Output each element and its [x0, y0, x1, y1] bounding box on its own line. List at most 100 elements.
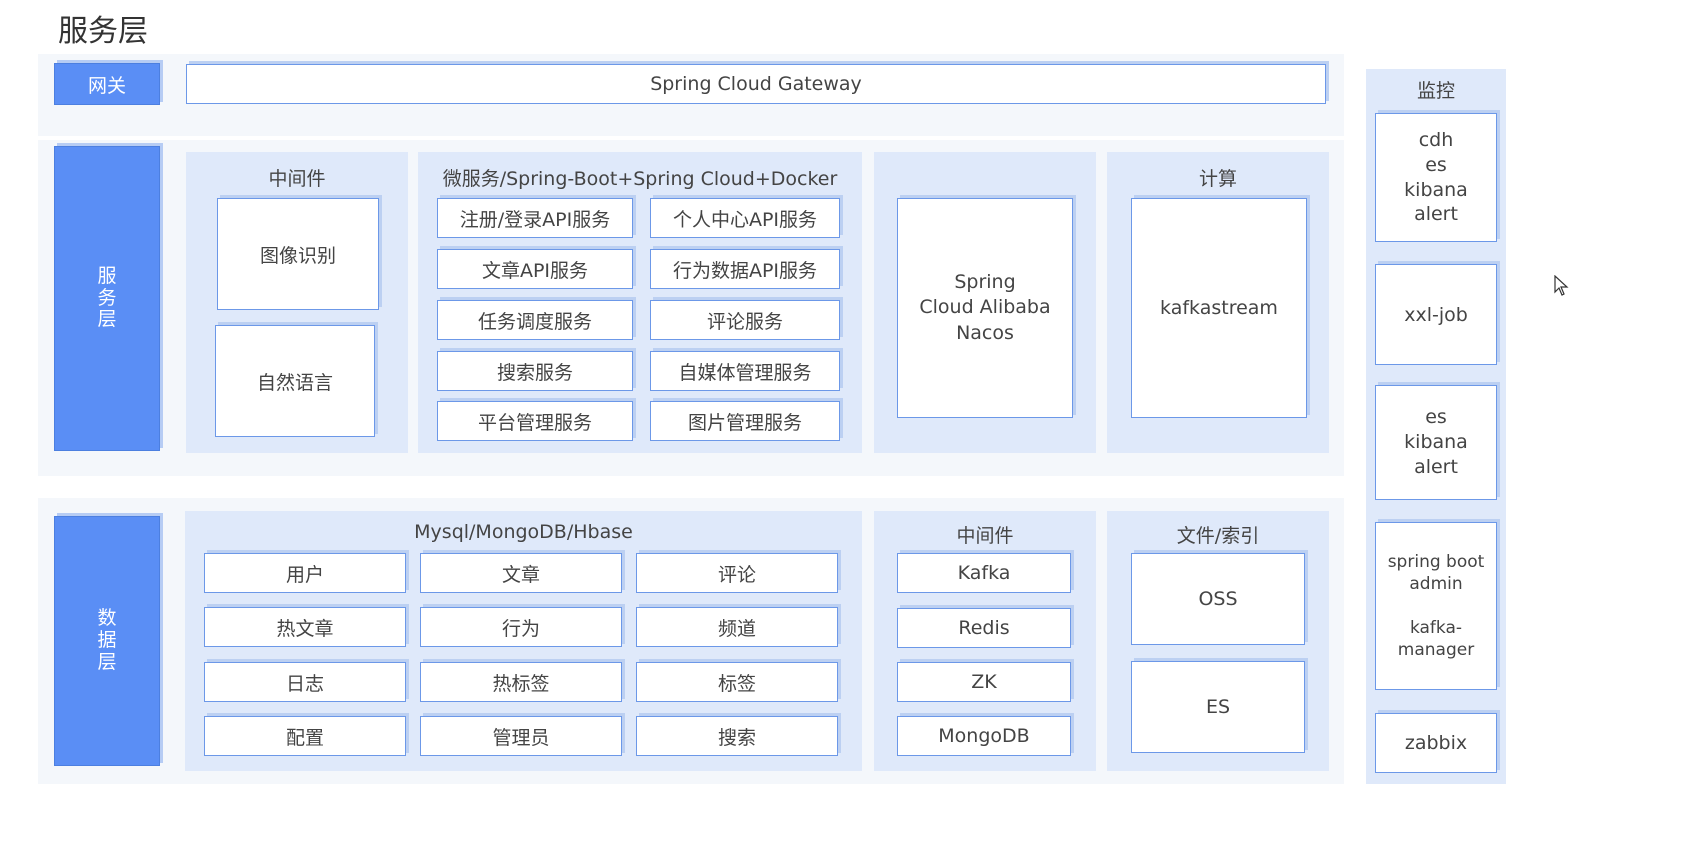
service-layer-char-2: 务: [97, 286, 117, 309]
oss-box: OSS: [1131, 553, 1305, 645]
microservice-right-3-label: 评论服务: [706, 310, 783, 333]
db-cell: 日志: [204, 662, 406, 702]
kafka-box: Kafka: [897, 553, 1071, 593]
microservice-left-5: 平台管理服务: [437, 401, 633, 441]
db-cell: 频道: [636, 607, 838, 647]
mouse-cursor-icon: [1554, 275, 1569, 296]
compute-panel: 计算 kafkastream: [1107, 152, 1329, 453]
db-cell: 标签: [636, 662, 838, 702]
microservice-right-1: 个人中心API服务: [650, 198, 840, 238]
mongodb-label: MongoDB: [938, 725, 1030, 747]
microservice-right-4-label: 自媒体管理服务: [678, 361, 812, 384]
db-cell-label: 行为: [501, 617, 540, 640]
monitor-es-line: es: [1425, 406, 1447, 429]
monitor-cdh-line: alert: [1414, 203, 1458, 226]
files-index-panel: 文件/索引 OSS ES: [1107, 511, 1329, 771]
microservices-panel: 微服务/Spring-Boot+Spring Cloud+Docker 注册/登…: [418, 152, 862, 453]
microservice-left-3: 任务调度服务: [437, 300, 633, 340]
es-box: ES: [1131, 661, 1305, 753]
monitor-es-box: es kibana alert: [1375, 385, 1497, 500]
microservice-right-1-label: 个人中心API服务: [672, 208, 818, 231]
gateway-name: Spring Cloud Gateway: [650, 73, 862, 95]
service-middleware-panel: 中间件 图像识别 自然语言: [186, 152, 408, 453]
microservice-left-1-label: 注册/登录API服务: [459, 208, 611, 231]
monitor-springboot-line: kafka-: [1409, 618, 1463, 638]
data-layer-char-3: 层: [97, 650, 117, 673]
database-panel: Mysql/MongoDB/Hbase 用户 文章 评论 热文章 行为 频道 日…: [185, 511, 862, 771]
monitor-cdh-line: cdh: [1418, 129, 1454, 152]
db-cell: 热文章: [204, 607, 406, 647]
microservice-right-5: 图片管理服务: [650, 401, 840, 441]
kafkastream-label: kafkastream: [1160, 297, 1278, 319]
monitor-zabbix-box: zabbix: [1375, 713, 1497, 773]
data-layer-char-1: 数: [97, 607, 117, 630]
mongodb-box: MongoDB: [897, 716, 1071, 756]
db-cell-label: 管理员: [492, 726, 550, 749]
microservice-right-2-label: 行为数据API服务: [672, 259, 818, 282]
monitor-xxljob-box: xxl-job: [1375, 264, 1497, 365]
microservice-left-5-label: 平台管理服务: [477, 411, 592, 434]
microservice-right-3: 评论服务: [650, 300, 840, 340]
monitoring-title: 监控: [1416, 80, 1455, 102]
microservices-title: 微服务/Spring-Boot+Spring Cloud+Docker: [442, 168, 838, 190]
db-cell-label: 频道: [717, 617, 756, 640]
monitor-cdh-line: es: [1425, 153, 1447, 176]
monitor-es-line: kibana: [1404, 431, 1468, 454]
monitor-xxljob-label: xxl-job: [1404, 303, 1468, 326]
db-cell-label: 评论: [717, 563, 756, 586]
nacos-panel: Spring Cloud Alibaba Nacos: [874, 152, 1096, 453]
microservice-right-2: 行为数据API服务: [650, 249, 840, 289]
db-cell: 管理员: [420, 716, 622, 756]
db-cell-label: 热标签: [492, 672, 550, 695]
data-middleware-panel: 中间件 Kafka Redis ZK MongoDB: [874, 511, 1096, 771]
microservice-left-2: 文章API服务: [437, 249, 633, 289]
nacos-line-1: Spring: [954, 270, 1016, 293]
db-cell-label: 文章: [501, 563, 540, 586]
nacos-line-3: Nacos: [956, 321, 1014, 344]
microservice-right-5-label: 图片管理服务: [687, 411, 802, 434]
redis-label: Redis: [958, 617, 1010, 639]
image-recognition-box: 图像识别: [217, 198, 379, 310]
db-cell: 用户: [204, 553, 406, 593]
microservice-left-4: 搜索服务: [437, 351, 633, 391]
service-layer-char-1: 服: [97, 264, 117, 287]
data-layer-label: 数 据 层: [54, 516, 160, 766]
monitor-es-line: alert: [1414, 455, 1458, 478]
microservice-right-4: 自媒体管理服务: [650, 351, 840, 391]
microservice-left-3-label: 任务调度服务: [477, 310, 592, 333]
monitor-cdh-line: kibana: [1404, 178, 1468, 201]
db-cell-label: 日志: [285, 672, 324, 695]
monitoring-panel: 监控 cdh es kibana alert xxl-job es kibana…: [1366, 69, 1506, 784]
image-recognition-label: 图像识别: [259, 244, 336, 267]
nacos-box: Spring Cloud Alibaba Nacos: [897, 198, 1073, 418]
database-title: Mysql/MongoDB/Hbase: [414, 521, 633, 543]
monitor-springboot-line: spring boot: [1387, 551, 1485, 572]
zk-box: ZK: [897, 662, 1071, 702]
db-cell: 配置: [204, 716, 406, 756]
oss-label: OSS: [1198, 588, 1238, 610]
data-layer-char-2: 据: [97, 629, 117, 652]
kafka-label: Kafka: [957, 562, 1011, 584]
db-cell: 热标签: [420, 662, 622, 702]
nacos-line-2: Cloud Alibaba: [919, 296, 1051, 319]
redis-box: Redis: [897, 608, 1071, 648]
db-cell: 评论: [636, 553, 838, 593]
db-cell: 文章: [420, 553, 622, 593]
monitor-cdh-box: cdh es kibana alert: [1375, 113, 1497, 242]
service-layer-label: 服 务 层: [54, 146, 160, 451]
db-cell-label: 热文章: [276, 617, 334, 640]
gateway-label-text: 网关: [87, 74, 126, 97]
zk-label: ZK: [971, 671, 997, 693]
microservice-left-1: 注册/登录API服务: [437, 198, 633, 238]
db-cell-label: 标签: [717, 672, 756, 695]
spring-cloud-gateway-box: Spring Cloud Gateway: [186, 64, 1326, 104]
nlp-box: 自然语言: [215, 325, 375, 437]
nlp-label: 自然语言: [256, 371, 333, 394]
gateway-label: 网关: [54, 63, 160, 105]
db-cell-label: 搜索: [717, 726, 756, 749]
data-middleware-title: 中间件: [956, 525, 1014, 547]
kafkastream-box: kafkastream: [1131, 198, 1307, 418]
monitor-springboot-line: manager: [1397, 640, 1475, 661]
db-cell-label: 用户: [285, 563, 324, 586]
monitor-zabbix-label: zabbix: [1404, 732, 1468, 754]
